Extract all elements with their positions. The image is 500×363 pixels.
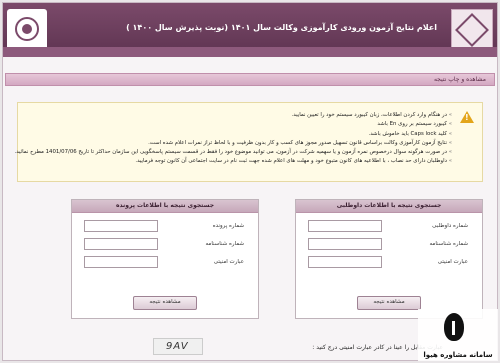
section-bar: مشاهده و چاپ نتیجه (5, 73, 495, 86)
field-label: شماره پرونده (212, 223, 244, 229)
field-label: شماره داوطلبی (432, 223, 468, 229)
field-label: عبارت امنیتی (437, 259, 468, 265)
banner-stripe (3, 47, 497, 57)
organization-logo (7, 9, 47, 51)
notice-item: در هنگام وارد کردن اطلاعات، زبان کیبورد … (32, 111, 452, 120)
captcha-image: 9AV (153, 338, 203, 355)
security-code-input[interactable] (84, 256, 158, 268)
notice-item: داوطلبان دارای حد نصاب ، با اطلاعیه های … (32, 157, 452, 166)
field-label: شماره شناسنامه (205, 241, 244, 247)
notice-item: در صورت هرگونه سوال درخصوص نمره آزمون و … (14, 148, 452, 157)
panel-title: جستجوی نتیجه با اطلاعات پرونده (72, 200, 258, 213)
view-result-button[interactable]: مشاهده نتیجه (133, 296, 197, 310)
id-number-row: شماره شناسنامه (308, 238, 468, 251)
file-number-row: شماره پرونده (84, 220, 244, 233)
candidate-number-input[interactable] (308, 220, 382, 232)
notice-box: در هنگام وارد کردن اطلاعات، زبان کیبورد … (14, 102, 483, 182)
security-code-input[interactable] (308, 256, 382, 268)
id-number-row: شماره شناسنامه (84, 238, 244, 251)
security-code-row: عبارت امنیتی (308, 256, 468, 269)
notice-item: کیبورد سیستم بر روی En باشد (32, 120, 452, 129)
file-number-input[interactable] (84, 220, 158, 232)
page-title: اعلام نتایج آزمون ورودی کارآموزی وکالت س… (126, 23, 437, 32)
notice-item: نتایج آزمون کارآموزی وکالت براساس قانون … (32, 139, 452, 148)
watermark-text: سامانه مشاوره هیوا (423, 351, 493, 359)
security-code-row: عبارت امنیتی (84, 256, 244, 269)
field-label: شماره شناسنامه (429, 241, 468, 247)
candidate-number-row: شماره داوطلبی (308, 220, 468, 233)
captcha-row: عبارت مقابل را عینا در کادر عبارت امنیتی… (153, 338, 443, 356)
notice-item: کلید Caps lock باید خاموش باشد. (32, 130, 452, 139)
pen-nib-icon (444, 313, 464, 341)
id-number-input[interactable] (84, 238, 158, 250)
field-label: عبارت امنیتی (213, 259, 244, 265)
warning-icon (460, 111, 474, 123)
header-banner: اعلام نتایج آزمون ورودی کارآموزی وکالت س… (3, 3, 497, 57)
notice-list: در هنگام وارد کردن اطلاعات، زبان کیبورد … (14, 111, 452, 167)
section-title: مشاهده و چاپ نتیجه (433, 76, 486, 83)
search-by-candidate-panel: جستجوی نتیجه با اطلاعات داوطلبی شماره دا… (295, 199, 483, 319)
view-result-button[interactable]: مشاهده نتیجه (357, 296, 421, 310)
captcha-code: 9AV (166, 341, 189, 352)
id-number-input[interactable] (308, 238, 382, 250)
panel-title: جستجوی نتیجه با اطلاعات داوطلبی (296, 200, 482, 213)
watermark: سامانه مشاوره هیوا (418, 309, 498, 361)
emblem-logo (451, 9, 493, 51)
page: اعلام نتایج آزمون ورودی کارآموزی وکالت س… (2, 2, 498, 361)
search-by-file-panel: جستجوی نتیجه با اطلاعات پرونده شماره پرو… (71, 199, 259, 319)
